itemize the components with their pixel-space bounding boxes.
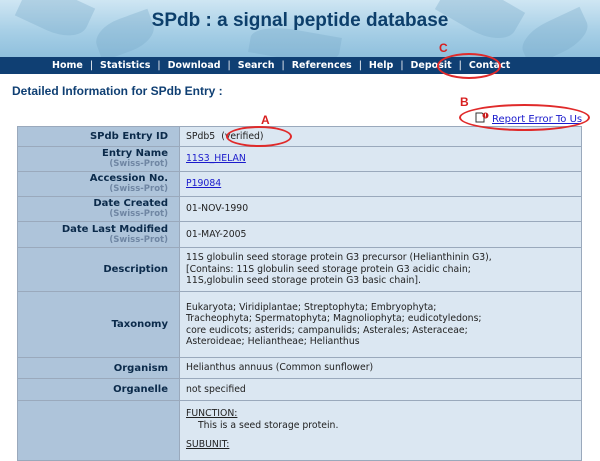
nav-separator: | [89,60,94,71]
entry-id-label-text: SPdb Entry ID [89,131,168,142]
nav-help[interactable]: Help [369,60,393,71]
nav-search[interactable]: Search [238,60,275,71]
nav-separator: | [281,60,285,71]
table-row: Taxonomy Eukaryota; Viridiplantae; Strep… [17,291,582,358]
description-label: Description [17,247,180,292]
date-modified-label: Date Last Modified (Swiss-Prot) [17,221,180,248]
organelle-value: not specified [179,378,582,401]
callout-c [437,53,501,79]
date-modified-value: 01-MAY-2005 [179,221,582,248]
table-row: FUNCTION: This is a seed storage protein… [17,400,582,461]
taxonomy-line: core eudicots; asterids; campanulids; As… [186,324,468,336]
entry-name-source: (Swiss-Prot) [109,159,168,169]
nav-statistics[interactable]: Statistics [100,60,150,71]
entry-name-link[interactable]: 11S3_HELAN [186,153,246,164]
nav-home[interactable]: Home [52,60,83,71]
callout-label-c: C [439,41,448,55]
taxonomy-line: Asteroideae; Heliantheae; Helianthus [186,336,360,347]
callout-label-a: A [261,113,270,127]
taxonomy-line: Eukaryota; Viridiplantae; Streptophyta; … [186,301,437,313]
date-modified-source: (Swiss-Prot) [109,234,168,245]
accession-label-text: Accession No. [89,173,168,184]
comments-value: FUNCTION: This is a seed storage protein… [179,400,582,461]
site-title: SPdb : a signal peptide database [151,10,449,31]
table-row: Organism Helianthus annuus (Common sunfl… [17,357,582,379]
site-banner: SPdb : a signal peptide database [0,0,600,57]
callout-a [226,126,292,147]
entry-name-label-text: Entry Name [102,148,168,159]
description-line: [Contains: 11S globulin seed storage pro… [186,263,471,275]
table-row: Date Last Modified (Swiss-Prot) 01-MAY-20… [17,221,582,248]
date-created-label-text: Date Created [93,198,168,209]
table-row: Accession No. (Swiss-Prot) P19084 [17,171,582,197]
accession-link[interactable]: P19084 [186,178,221,189]
organelle-label-text: Organelle [113,384,168,395]
function-heading: FUNCTION: [186,408,238,419]
date-modified-label-text: Date Last Modified [61,223,168,235]
callout-b [459,104,590,131]
nav-bar: Home | Statistics | Download | Search | … [0,57,600,74]
nav-separator: | [157,60,161,71]
comments-label [17,400,180,461]
accession-label: Accession No. (Swiss-Prot) [17,171,180,197]
taxonomy-label: Taxonomy [17,291,180,358]
description-value: 11S globulin seed storage protein G3 pre… [179,247,582,292]
entry-name-value: 11S3_HELAN [179,146,582,172]
organelle-label: Organelle [17,378,180,401]
organism-value: Helianthus annuus (Common sunflower) [179,357,582,379]
subunit-heading: SUBUNIT: [186,439,230,450]
nav-separator: | [400,60,404,71]
table-row: Description 11S globulin seed storage pr… [17,247,582,292]
taxonomy-line: Tracheophyta; Spermatophyta; Magnoliophy… [186,313,482,324]
table-row: Date Created (Swiss-Prot) 01-NOV-1990 [17,196,582,222]
nav-separator: | [358,60,362,71]
taxonomy-label-text: Taxonomy [111,319,168,330]
entry-id-label: SPdb Entry ID [17,126,180,147]
function-text: This is a seed storage protein. [198,419,339,431]
nav-references[interactable]: References [292,60,352,71]
date-created-value: 01-NOV-1990 [179,196,582,222]
description-line: 11S,globulin seed storage protein G3 bas… [186,275,422,287]
accession-source: (Swiss-Prot) [109,184,168,194]
description-label-text: Description [103,264,168,275]
callout-label-b: B [460,95,469,109]
table-row: Entry Name (Swiss-Prot) 11S3_HELAN [17,146,582,172]
nav-download[interactable]: Download [168,60,221,71]
organism-label: Organism [17,357,180,379]
date-created-label: Date Created (Swiss-Prot) [17,196,180,222]
entry-table: SPdb Entry ID SPdb5 (verified) Entry Nam… [17,126,582,461]
nav-separator: | [227,60,231,71]
date-created-source: (Swiss-Prot) [109,209,168,219]
accession-value: P19084 [179,171,582,197]
taxonomy-value: Eukaryota; Viridiplantae; Streptophyta; … [179,291,582,358]
table-row: Organelle not specified [17,378,582,401]
organism-label-text: Organism [113,362,168,374]
description-line: 11S globulin seed storage protein G3 pre… [186,252,492,264]
entry-id-text: SPdb5 [186,130,216,142]
entry-name-label: Entry Name (Swiss-Prot) [17,146,180,172]
page-subtitle: Detailed Information for SPdb Entry : [12,84,223,98]
